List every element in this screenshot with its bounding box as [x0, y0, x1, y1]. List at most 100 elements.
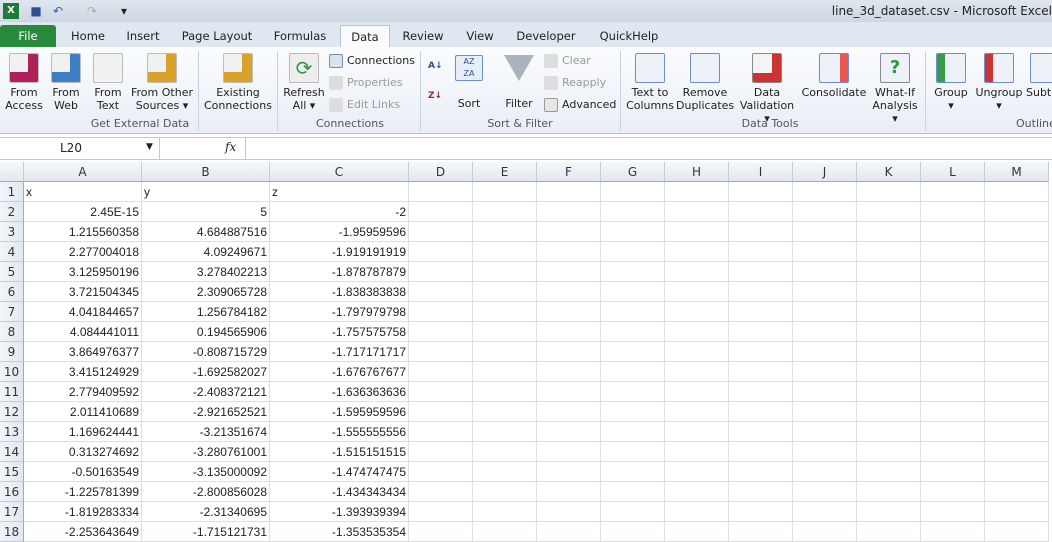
cell-G9[interactable] — [601, 342, 665, 362]
cell-J14[interactable] — [793, 442, 857, 462]
cell-L10[interactable] — [921, 362, 985, 382]
connections-button[interactable]: Connections — [329, 52, 415, 70]
select-all-corner[interactable] — [0, 162, 24, 182]
cell-M2[interactable] — [985, 202, 1049, 222]
cell-B7[interactable]: 1.256784182 — [142, 302, 270, 322]
row-header[interactable]: 9 — [0, 342, 24, 362]
cell-J2[interactable] — [793, 202, 857, 222]
row-header[interactable]: 14 — [0, 442, 24, 462]
cell-G7[interactable] — [601, 302, 665, 322]
cell-C14[interactable]: -1.515151515 — [270, 442, 409, 462]
cell-M12[interactable] — [985, 402, 1049, 422]
cell-D11[interactable] — [409, 382, 473, 402]
cell-B14[interactable]: -3.280761001 — [142, 442, 270, 462]
text-to-columns-button[interactable]: Text to Columns — [626, 53, 674, 112]
cell-C16[interactable]: -1.434343434 — [270, 482, 409, 502]
cell-E11[interactable] — [473, 382, 537, 402]
cell-E10[interactable] — [473, 362, 537, 382]
tab-formulas[interactable]: Formulas — [264, 25, 336, 47]
row-header[interactable]: 10 — [0, 362, 24, 382]
cell-B12[interactable]: -2.921652521 — [142, 402, 270, 422]
cell-M14[interactable] — [985, 442, 1049, 462]
cell-J12[interactable] — [793, 402, 857, 422]
cell-I3[interactable] — [729, 222, 793, 242]
undo-icon[interactable]: ↶ — [50, 3, 66, 19]
cell-A5[interactable]: 3.125950196 — [24, 262, 142, 282]
cell-A10[interactable]: 3.415124929 — [24, 362, 142, 382]
cell-H14[interactable] — [665, 442, 729, 462]
cell-B15[interactable]: -3.135000092 — [142, 462, 270, 482]
clear-button[interactable]: Clear — [544, 52, 591, 70]
cell-G13[interactable] — [601, 422, 665, 442]
cell-G6[interactable] — [601, 282, 665, 302]
cell-A4[interactable]: 2.277004018 — [24, 242, 142, 262]
cell-A1[interactable]: x — [24, 182, 142, 202]
cell-B1[interactable]: y — [142, 182, 270, 202]
cell-L2[interactable] — [921, 202, 985, 222]
cell-D17[interactable] — [409, 502, 473, 522]
cell-D1[interactable] — [409, 182, 473, 202]
cell-K15[interactable] — [857, 462, 921, 482]
insert-function-icon[interactable]: fx — [225, 140, 236, 154]
cell-A2[interactable]: 2.45E-15 — [24, 202, 142, 222]
cell-M3[interactable] — [985, 222, 1049, 242]
cell-F14[interactable] — [537, 442, 601, 462]
cell-E6[interactable] — [473, 282, 537, 302]
cell-G11[interactable] — [601, 382, 665, 402]
cell-E16[interactable] — [473, 482, 537, 502]
cell-C7[interactable]: -1.797979798 — [270, 302, 409, 322]
column-header-K[interactable]: K — [857, 162, 921, 182]
column-header-M[interactable]: M — [985, 162, 1049, 182]
cell-F2[interactable] — [537, 202, 601, 222]
cell-C9[interactable]: -1.717171717 — [270, 342, 409, 362]
row-header[interactable]: 11 — [0, 382, 24, 402]
cell-D7[interactable] — [409, 302, 473, 322]
cell-J13[interactable] — [793, 422, 857, 442]
cell-I16[interactable] — [729, 482, 793, 502]
cell-G10[interactable] — [601, 362, 665, 382]
cell-I18[interactable] — [729, 522, 793, 542]
column-header-E[interactable]: E — [473, 162, 537, 182]
cell-K7[interactable] — [857, 302, 921, 322]
cell-A17[interactable]: -1.819283334 — [24, 502, 142, 522]
cell-K6[interactable] — [857, 282, 921, 302]
column-header-B[interactable]: B — [142, 162, 270, 182]
cell-H9[interactable] — [665, 342, 729, 362]
cell-F12[interactable] — [537, 402, 601, 422]
cell-G1[interactable] — [601, 182, 665, 202]
cell-F13[interactable] — [537, 422, 601, 442]
column-header-C[interactable]: C — [270, 162, 409, 182]
cell-D10[interactable] — [409, 362, 473, 382]
cell-L7[interactable] — [921, 302, 985, 322]
cell-J9[interactable] — [793, 342, 857, 362]
cell-K17[interactable] — [857, 502, 921, 522]
row-header[interactable]: 5 — [0, 262, 24, 282]
group-button[interactable]: Group ▾ — [930, 53, 972, 112]
cell-L14[interactable] — [921, 442, 985, 462]
cell-B9[interactable]: -0.808715729 — [142, 342, 270, 362]
formula-input[interactable] — [245, 138, 1052, 159]
cell-C12[interactable]: -1.595959596 — [270, 402, 409, 422]
cell-I2[interactable] — [729, 202, 793, 222]
cell-F17[interactable] — [537, 502, 601, 522]
cell-B3[interactable]: 4.684887516 — [142, 222, 270, 242]
cell-L12[interactable] — [921, 402, 985, 422]
tab-review[interactable]: Review — [394, 25, 452, 47]
from-web-button[interactable]: From Web — [46, 53, 86, 112]
cell-L11[interactable] — [921, 382, 985, 402]
cell-A9[interactable]: 3.864976377 — [24, 342, 142, 362]
cell-M8[interactable] — [985, 322, 1049, 342]
refresh-all-button[interactable]: ⟳ Refresh All ▾ — [282, 53, 326, 112]
sort-z-to-a-button[interactable]: Z↓ — [428, 87, 442, 105]
cell-M11[interactable] — [985, 382, 1049, 402]
row-header[interactable]: 18 — [0, 522, 24, 542]
cell-F6[interactable] — [537, 282, 601, 302]
cell-H17[interactable] — [665, 502, 729, 522]
cell-C11[interactable]: -1.636363636 — [270, 382, 409, 402]
cell-F10[interactable] — [537, 362, 601, 382]
cell-J8[interactable] — [793, 322, 857, 342]
cell-A15[interactable]: -0.50163549 — [24, 462, 142, 482]
cell-K5[interactable] — [857, 262, 921, 282]
cell-J10[interactable] — [793, 362, 857, 382]
cell-J3[interactable] — [793, 222, 857, 242]
